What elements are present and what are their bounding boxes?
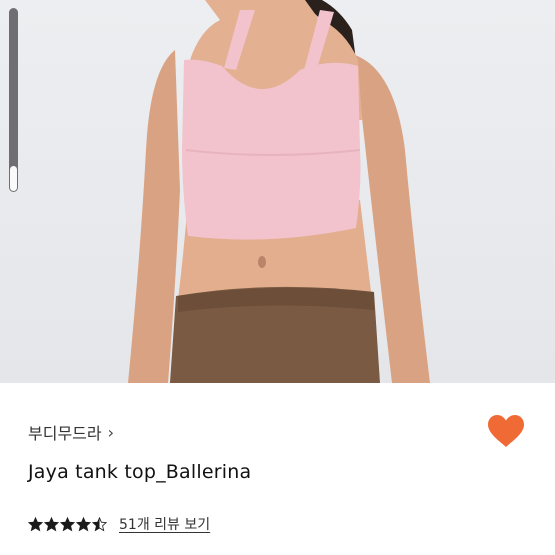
gallery-scrollbar[interactable]	[9, 8, 18, 192]
rating-row: 51개 리뷰 보기	[28, 514, 210, 534]
review-link[interactable]: 51개 리뷰 보기	[119, 514, 210, 534]
star-icon	[60, 516, 75, 531]
product-title: Jaya tank top_Ballerina	[28, 461, 252, 483]
chevron-right-icon: ›	[107, 422, 115, 442]
brand-label: 부디무드라	[28, 424, 102, 443]
product-image[interactable]	[0, 0, 555, 383]
star-icon	[28, 516, 43, 531]
model-photo	[128, 0, 430, 383]
star-icon	[76, 516, 91, 531]
star-icon	[44, 516, 59, 531]
scrollbar-thumb[interactable]	[10, 166, 17, 191]
rating-stars	[28, 516, 107, 532]
star-icon	[92, 516, 107, 531]
brand-link[interactable]: 부디무드라 ›	[28, 420, 114, 444]
heart-icon[interactable]	[487, 414, 525, 448]
